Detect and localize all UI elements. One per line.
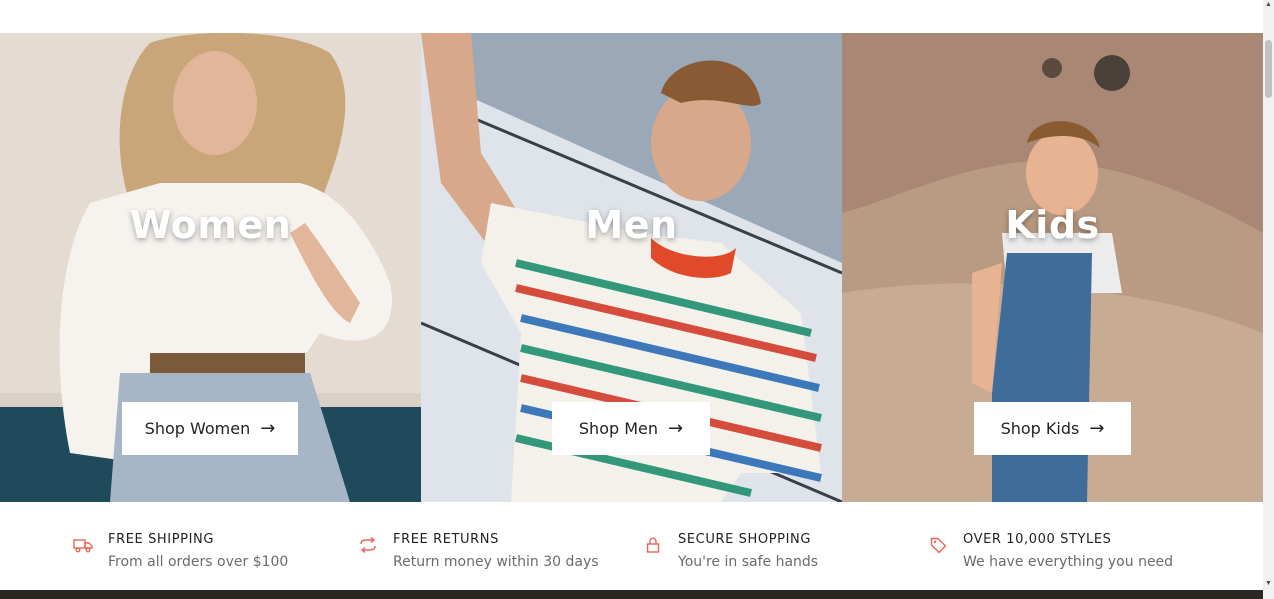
shop-men-label: Shop Men <box>578 419 659 438</box>
scrollbar-thumb[interactable] <box>1265 40 1272 98</box>
category-banners: Women Shop Women → Men Shop Men → Kids S… <box>0 33 1263 502</box>
feature-title: OVER 10,000 STYLES <box>963 532 1112 547</box>
next-section-edge <box>0 590 1263 599</box>
returns-icon <box>357 534 379 556</box>
feature-free-shipping: FREE SHIPPING From all orders over $100 <box>72 532 288 570</box>
truck-icon <box>72 534 94 556</box>
shop-kids-button[interactable]: Shop Kids → <box>974 402 1131 455</box>
lock-icon <box>642 534 664 556</box>
feature-free-returns: FREE RETURNS Return money within 30 days <box>357 532 599 570</box>
features-row: FREE SHIPPING From all orders over $100 … <box>0 502 1263 590</box>
arrow-right-icon: → <box>1089 417 1105 439</box>
shop-men-button[interactable]: Shop Men → <box>552 402 710 455</box>
banner-kids[interactable]: Kids Shop Kids → <box>842 33 1263 502</box>
feature-over-10000-styles: OVER 10,000 STYLES We have everything yo… <box>927 532 1173 570</box>
banner-men[interactable]: Men Shop Men → <box>421 33 842 502</box>
arrow-right-icon: → <box>668 417 684 439</box>
feature-subtitle: We have everything you need <box>963 554 1174 570</box>
shop-kids-label: Shop Kids <box>1000 419 1080 438</box>
feature-subtitle: From all orders over $100 <box>108 554 289 570</box>
scroll-down-icon[interactable]: ▼ <box>1263 579 1274 589</box>
top-strip <box>0 0 1263 33</box>
shop-women-button[interactable]: Shop Women → <box>122 402 298 455</box>
page: Women Shop Women → Men Shop Men → Kids S… <box>0 0 1274 599</box>
feature-subtitle: You're in safe hands <box>678 554 819 570</box>
banner-title-women: Women <box>129 203 292 247</box>
scroll-up-icon[interactable]: ▲ <box>1263 0 1274 10</box>
arrow-right-icon: → <box>260 417 276 439</box>
feature-title: SECURE SHOPPING <box>678 532 812 547</box>
banner-women[interactable]: Women Shop Women → <box>0 33 421 502</box>
banner-title-men: Men <box>585 203 678 247</box>
banner-title-kids: Kids <box>1005 203 1100 247</box>
vertical-scrollbar[interactable]: ▲ ▼ <box>1263 0 1274 599</box>
feature-secure-shopping: SECURE SHOPPING You're in safe hands <box>642 532 818 570</box>
shop-women-label: Shop Women <box>144 419 251 438</box>
feature-title: FREE RETURNS <box>393 532 499 547</box>
tag-icon <box>927 534 949 556</box>
feature-title: FREE SHIPPING <box>108 532 215 547</box>
feature-subtitle: Return money within 30 days <box>393 554 599 570</box>
